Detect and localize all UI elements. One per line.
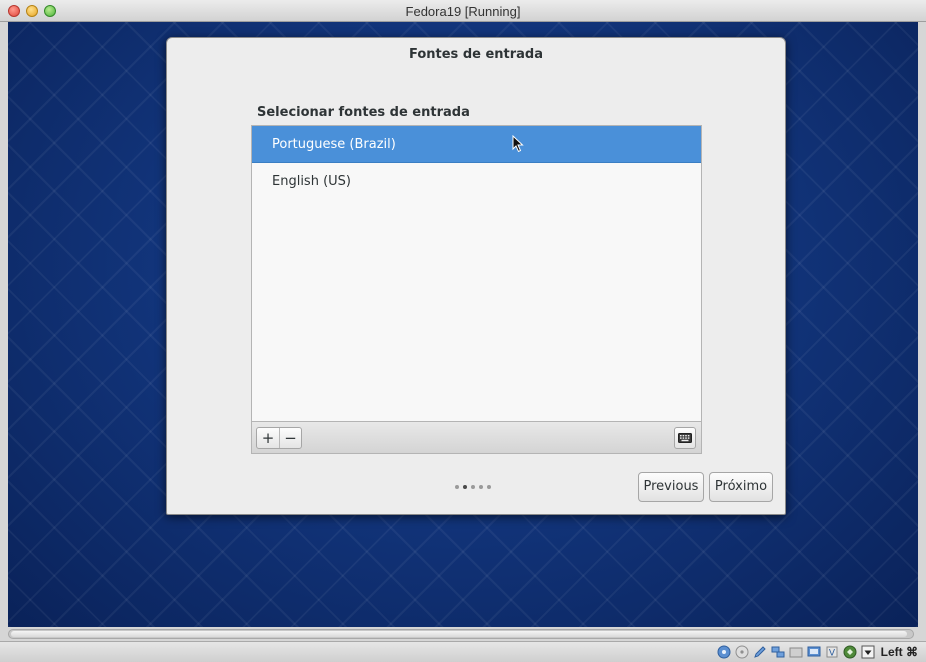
host-key-label: Left ⌘ [880, 645, 918, 659]
page-dot-active [463, 485, 467, 489]
mouse-integration-icon[interactable] [843, 645, 857, 659]
folder-icon[interactable] [789, 645, 803, 659]
input-sources-dialog: Fontes de entrada Selecionar fontes de e… [166, 37, 786, 515]
host-window-title: Fedora19 [Running] [405, 4, 521, 19]
capture-icon[interactable]: V [825, 645, 839, 659]
vm-status-bar: V Left ⌘ [0, 641, 926, 662]
remove-input-source-button[interactable]: − [279, 428, 301, 448]
mouse-pointer-icon [512, 135, 524, 153]
page-dot [487, 485, 491, 489]
page-dot [471, 485, 475, 489]
svg-text:V: V [829, 649, 836, 659]
section-label: Selecionar fontes de entrada [257, 105, 470, 120]
keyboard-layout-button[interactable] [674, 427, 696, 449]
list-item-english-us[interactable]: English (US) [252, 163, 701, 200]
page-dot [455, 485, 459, 489]
previous-button[interactable]: Previous [638, 472, 704, 502]
list-item-portuguese-brazil[interactable]: Portuguese (Brazil) [252, 126, 701, 163]
dialog-title: Fontes de entrada [408, 47, 544, 62]
keyboard-icon [678, 433, 692, 443]
page-indicator [455, 485, 491, 489]
scrollbar-thumb[interactable] [11, 631, 907, 637]
horizontal-scrollbar[interactable] [8, 629, 914, 639]
optical-disk-icon[interactable] [735, 645, 749, 659]
guest-desktop[interactable]: Fontes de entrada Selecionar fontes de e… [8, 22, 918, 627]
pen-icon[interactable] [753, 645, 767, 659]
next-button[interactable]: Próximo [709, 472, 773, 502]
host-titlebar: Fedora19 [Running] [0, 0, 926, 22]
network-icon[interactable] [771, 645, 785, 659]
input-sources-list: Portuguese (Brazil) English (US) + − [251, 125, 702, 454]
list-toolbar: + − [252, 421, 701, 453]
page-dot [479, 485, 483, 489]
host-key-arrow-icon [861, 645, 875, 659]
add-remove-group: + − [256, 427, 302, 449]
hard-disk-icon[interactable] [717, 645, 731, 659]
add-input-source-button[interactable]: + [257, 428, 279, 448]
display-icon[interactable] [807, 645, 821, 659]
